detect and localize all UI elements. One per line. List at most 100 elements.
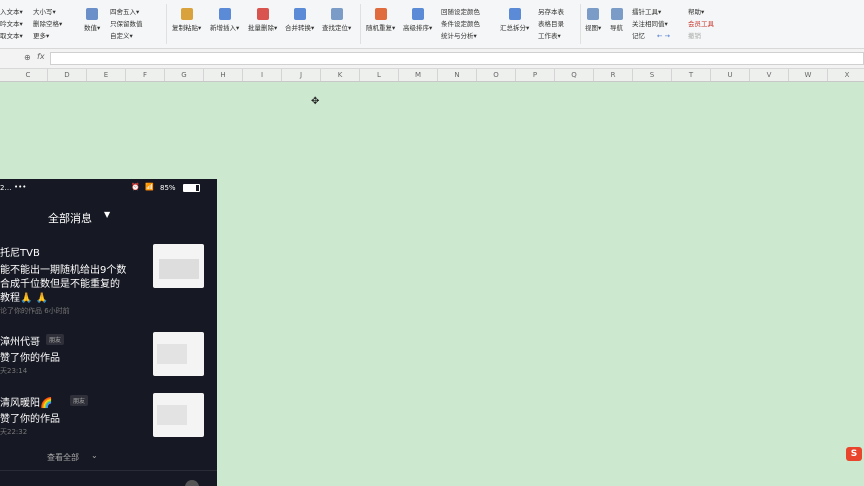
paste-icon	[180, 8, 193, 20]
message-text: 能不能出一期随机给出9个数	[0, 265, 127, 276]
column-header[interactable]: F	[126, 69, 165, 81]
chevron-down-icon: ⌄	[91, 451, 98, 460]
copy-paste-button[interactable]: 复制粘贴▾	[172, 8, 201, 32]
batch-delete-button[interactable]: 批量删除▾	[248, 8, 277, 32]
sort-button[interactable]: 高级排序▾	[403, 8, 432, 32]
formula-input[interactable]	[50, 52, 864, 65]
random-button[interactable]: 随机重复▾	[366, 8, 395, 32]
ribbon-item[interactable]: 表格目录	[538, 20, 564, 29]
message-text: 教程🙏 🙏	[0, 293, 49, 304]
ribbon-item[interactable]: 更多▾	[33, 32, 49, 41]
column-header[interactable]: M	[399, 69, 438, 81]
divider	[360, 4, 361, 44]
ribbon-item[interactable]: 取文本▾	[0, 32, 23, 41]
message-meta: 论了你的作品 6小时前	[0, 307, 70, 315]
column-header[interactable]: I	[243, 69, 282, 81]
ribbon-item[interactable]: 大小写▾	[33, 8, 56, 17]
alarm-icon: ⏰	[131, 183, 140, 191]
message-name[interactable]: 托尼TVB	[0, 244, 40, 259]
thumbnail-image[interactable]	[153, 244, 204, 288]
friend-badge: 朋友	[70, 395, 89, 406]
ribbon-item[interactable]: 自定义▾	[110, 32, 133, 41]
message-name[interactable]: 漳州代哥	[0, 333, 40, 348]
ribbon-item[interactable]: 会员工具	[688, 20, 714, 29]
column-header[interactable]: J	[282, 69, 321, 81]
ribbon-item[interactable]: 入文本▾	[0, 8, 23, 17]
column-header[interactable]: V	[750, 69, 789, 81]
battery-icon	[183, 184, 200, 192]
column-header[interactable]: R	[594, 69, 633, 81]
nav-icon	[610, 8, 623, 20]
ribbon-item[interactable]: 条件设定颜色	[441, 20, 480, 29]
ribbon-item[interactable]: 关注相同值▾	[632, 20, 668, 29]
app-logo: S	[846, 447, 862, 461]
avatar[interactable]	[185, 480, 199, 486]
ribbon-item[interactable]: 删除空格▾	[33, 20, 62, 29]
chevron-down-icon[interactable]: ▼	[104, 210, 110, 219]
column-header[interactable]: C	[9, 69, 48, 81]
undo-arrow-icon[interactable]: ← →	[657, 32, 670, 41]
find-button[interactable]: 查找定位▾	[322, 8, 351, 32]
split-icon	[508, 8, 521, 20]
column-header[interactable]: O	[477, 69, 516, 81]
ribbon-item[interactable]: 回随设定颜色	[441, 8, 480, 17]
dots-icon: •••	[14, 183, 27, 191]
column-header[interactable]: W	[789, 69, 828, 81]
find-icon	[330, 8, 343, 20]
ribbon-item[interactable]: 工作表▾	[538, 32, 561, 41]
ribbon-item[interactable]: 统计与分析▾	[441, 32, 477, 41]
ribbon-item[interactable]: 吟文本▾	[0, 20, 23, 29]
message-text: 合成千位数但是不能重复的	[0, 279, 120, 290]
delete-icon	[256, 8, 269, 20]
ribbon-item[interactable]: 擂针工具▾	[632, 8, 661, 17]
column-header[interactable]: E	[87, 69, 126, 81]
summary-split-button[interactable]: 汇总拆分▾	[500, 8, 529, 32]
formula-bar: ⊕ fx	[0, 49, 864, 69]
ribbon-item[interactable]: 记忆	[632, 32, 645, 41]
ribbon-toolbar: 入文本▾ 吟文本▾ 取文本▾ 大小写▾ 删除空格▾ 更多▾ 数值▾ 四舍五入▾ …	[0, 0, 864, 49]
column-header[interactable]: D	[48, 69, 87, 81]
random-icon	[374, 8, 387, 20]
message-meta: 天23:14	[0, 367, 28, 375]
column-header[interactable]: U	[711, 69, 750, 81]
column-header[interactable]: P	[516, 69, 555, 81]
message-meta: 天22:32	[0, 428, 28, 436]
battery-percent: 85%	[160, 184, 176, 192]
sort-icon	[411, 8, 424, 20]
fx-icon[interactable]: fx	[37, 52, 45, 61]
ribbon-item[interactable]: 撤销	[688, 32, 701, 41]
message-text: 赞了你的作品	[0, 414, 60, 425]
column-header[interactable]: L	[360, 69, 399, 81]
column-header[interactable]: H	[204, 69, 243, 81]
divider	[580, 4, 581, 44]
merge-button[interactable]: 合并转换▾	[285, 8, 314, 32]
column-header[interactable]: T	[672, 69, 711, 81]
column-header[interactable]: N	[438, 69, 477, 81]
message-header[interactable]: 全部消息	[48, 210, 92, 226]
ribbon-item[interactable]: 帮助▾	[688, 8, 704, 17]
column-header[interactable]: Q	[555, 69, 594, 81]
friend-badge: 朋友	[46, 334, 65, 345]
column-header[interactable]: X	[828, 69, 864, 81]
column-header[interactable]: S	[633, 69, 672, 81]
column-header[interactable]: K	[321, 69, 360, 81]
insert-button[interactable]: 新增插入▾	[210, 8, 239, 32]
insert-icon	[218, 8, 231, 20]
numbers-button[interactable]: 数值▾	[84, 8, 100, 32]
ribbon-item[interactable]: 四舍五入▾	[110, 8, 139, 17]
cursor-icon: ✥	[311, 96, 320, 107]
thumbnail-image[interactable]	[153, 332, 204, 376]
ribbon-item[interactable]: 另存本表	[538, 8, 564, 17]
view-button[interactable]: 视图▾	[585, 8, 601, 32]
ribbon-item[interactable]: 只保留数值	[110, 20, 143, 29]
zoom-icon[interactable]: ⊕	[24, 53, 31, 62]
message-text: 赞了你的作品	[0, 353, 60, 364]
nav-button[interactable]: 导航	[610, 8, 623, 32]
view-icon	[587, 8, 600, 20]
phone-overlay: 2… ••• ⏰ 📶 85% 全部消息 ▼ 托尼TVB 能不能出一期随机给出9个…	[0, 179, 217, 486]
thumbnail-image[interactable]	[153, 393, 204, 437]
view-all-link[interactable]: 查看全部	[47, 452, 79, 463]
column-header[interactable]: G	[165, 69, 204, 81]
message-name[interactable]: 清风暖阳🌈	[0, 394, 52, 409]
wifi-icon: 📶	[145, 183, 154, 191]
